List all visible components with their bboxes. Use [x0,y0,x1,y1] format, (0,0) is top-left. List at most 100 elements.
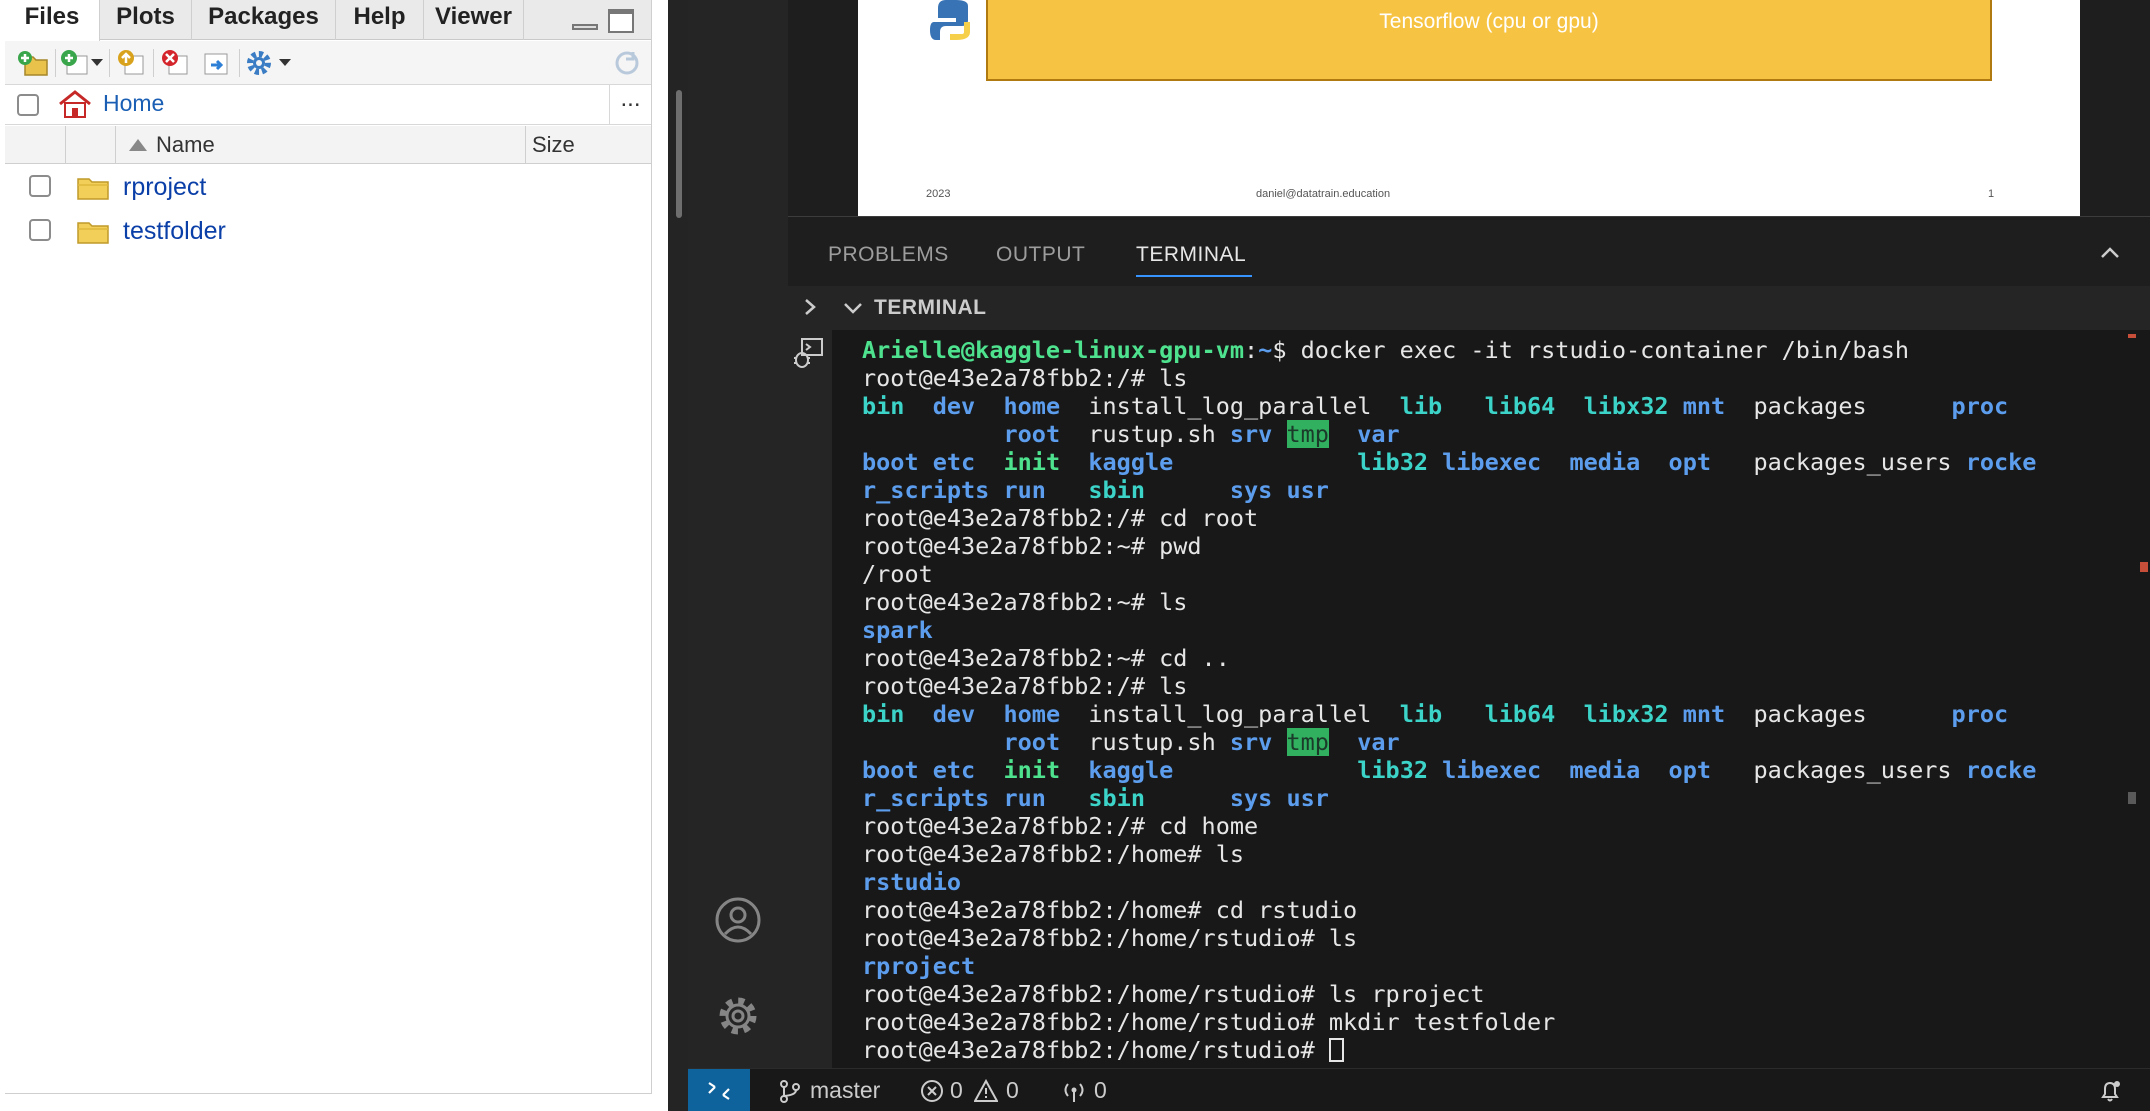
terminal-debug-icon[interactable] [792,336,826,370]
toolbar-divider [239,49,240,77]
ls-entry: sbin [1088,476,1145,504]
breadcrumb-home-link[interactable]: Home [103,90,164,117]
tab-terminal[interactable]: TERMINAL [1136,243,1246,267]
warning-count[interactable]: 0 [1006,1077,1019,1104]
rename-icon[interactable] [199,48,231,78]
scrollbar-thumb[interactable] [2128,792,2136,804]
tab-files[interactable]: Files [5,0,100,41]
go-to-directory-button[interactable]: ... [609,85,651,125]
new-folder-icon[interactable] [17,48,49,78]
terminal-cursor [1328,1038,1344,1062]
refresh-icon[interactable] [611,48,643,78]
home-icon[interactable] [57,89,93,119]
terminal-text: root@e43e2a78fbb2:/# ls [862,364,1188,392]
upload-icon[interactable] [115,48,147,78]
file-row[interactable]: rproject [5,166,651,210]
pane-tabs: Files Plots Packages Help Viewer [5,0,651,41]
ls-entry: home [1003,392,1061,420]
ls-entry: libx32 [1583,700,1669,728]
settings-gear-icon[interactable] [714,992,762,1040]
terminal-text: root@e43e2a78fbb2:/home# ls [862,840,1245,868]
ls-entry: tmp [1286,728,1329,756]
vscode-window: Tensorflow (cpu or gpu) 2023 daniel@data… [688,0,2150,1111]
row-checkbox[interactable] [29,219,51,241]
ls-entry: install_log_parallel [1088,392,1372,420]
terminal-line: bin dev home install_log_parallel lib lib64 li… [862,700,2150,728]
files-toolbar [5,41,651,85]
ls-entry: packages_users [1753,756,1952,784]
tab-help[interactable]: Help [336,0,424,40]
more-gear-icon[interactable] [243,48,275,78]
ls-entry: lib64 [1484,700,1556,728]
chevron-up-icon[interactable] [2097,241,2123,265]
column-header-size[interactable]: Size [532,132,575,158]
ls-entry: opt [1668,448,1711,476]
terminal-line: root@e43e2a78fbb2:/# ls [862,672,2150,700]
terminal-output[interactable]: Arielle@kaggle-linux-gpu-vm:~$ docker ex… [832,330,2150,1068]
file-name-link[interactable]: rproject [123,173,206,202]
tab-viewer[interactable]: Viewer [424,0,524,40]
terminal-line: rproject [862,952,2150,980]
scrollbar-thumb[interactable] [676,90,682,218]
remote-indicator-button[interactable] [688,1069,750,1111]
ports-count[interactable]: 0 [1094,1077,1107,1104]
pdf-page: Tensorflow (cpu or gpu) 2023 daniel@data… [858,0,2080,216]
chevron-down-icon[interactable] [279,59,291,66]
ls-entry: proc [1951,392,2009,420]
tab-problems[interactable]: PROBLEMS [828,243,949,267]
chevron-down-icon[interactable] [91,59,103,66]
terminal-line: root@e43e2a78fbb2:~# pwd [862,532,2150,560]
select-all-checkbox[interactable] [17,94,39,116]
toolbar-divider [153,49,154,77]
ls-entry: media [1569,448,1641,476]
rstudio-files-pane: Files Plots Packages Help Viewer Home ..… [0,0,668,1111]
ls-entry: packages [1753,392,1867,420]
ls-entry: etc [932,448,976,476]
tab-plots[interactable]: Plots [100,0,192,40]
account-icon[interactable] [714,896,762,944]
folder-icon [77,222,109,244]
ls-entry: rustup.sh [1088,420,1216,448]
terminal-line: root@e43e2a78fbb2:/# ls [862,364,2150,392]
terminal-text: root@e43e2a78fbb2:/home# cd rstudio [862,896,1358,924]
terminal-text: root@e43e2a78fbb2:~# cd .. [862,644,1230,672]
ls-entry: var [1357,420,1400,448]
file-name-link[interactable]: testfolder [123,217,226,246]
minimize-pane-button[interactable] [572,24,598,30]
tab-packages[interactable]: Packages [192,0,336,40]
delete-icon[interactable] [159,48,191,78]
chevron-right-icon[interactable] [800,296,820,318]
notifications-bell-icon[interactable] [2098,1079,2122,1103]
terminal-line: boot etc init kaggle lib32 libexec media opt pac… [862,448,2150,476]
terminal-gutter [788,330,832,1068]
terminal-line: root rustup.sh srv tmp var [862,420,2150,448]
ls-entry: run [1003,784,1046,812]
terminal-section-title: TERMINAL [874,296,987,319]
scrollbar-marker [2128,334,2136,338]
ls-entry: boot [862,756,919,784]
column-header-name[interactable]: Name [156,132,215,158]
terminal-prompt-separator: : [1244,336,1259,364]
terminal-prompt-user: Arielle@kaggle-linux-gpu-vm [862,336,1245,364]
file-row[interactable]: testfolder [5,210,651,254]
chevron-down-icon[interactable] [842,300,864,316]
new-blank-file-icon[interactable] [59,48,91,78]
ls-entry: r_scripts [862,476,990,504]
terminal-line: root@e43e2a78fbb2:/home# ls [862,840,2150,868]
terminal-text: /root [862,560,933,588]
ls-entry: init [1003,756,1061,784]
error-count[interactable]: 0 [950,1077,963,1104]
ls-entry: lib32 [1357,448,1428,476]
ls-entry: mnt [1682,392,1726,420]
terminal-line: Arielle@kaggle-linux-gpu-vm:~$ docker ex… [862,336,2150,364]
ls-entry: spark [862,616,933,644]
maximize-pane-button[interactable] [608,9,634,33]
row-checkbox[interactable] [29,175,51,197]
ls-entry: srv [1229,728,1273,756]
ls-entry: sbin [1088,784,1145,812]
tab-output[interactable]: OUTPUT [996,243,1085,267]
ls-entry: packages [1753,700,1867,728]
git-branch-label[interactable]: master [810,1077,880,1104]
ls-entry: lib32 [1357,756,1428,784]
ls-entry: dev [932,700,976,728]
